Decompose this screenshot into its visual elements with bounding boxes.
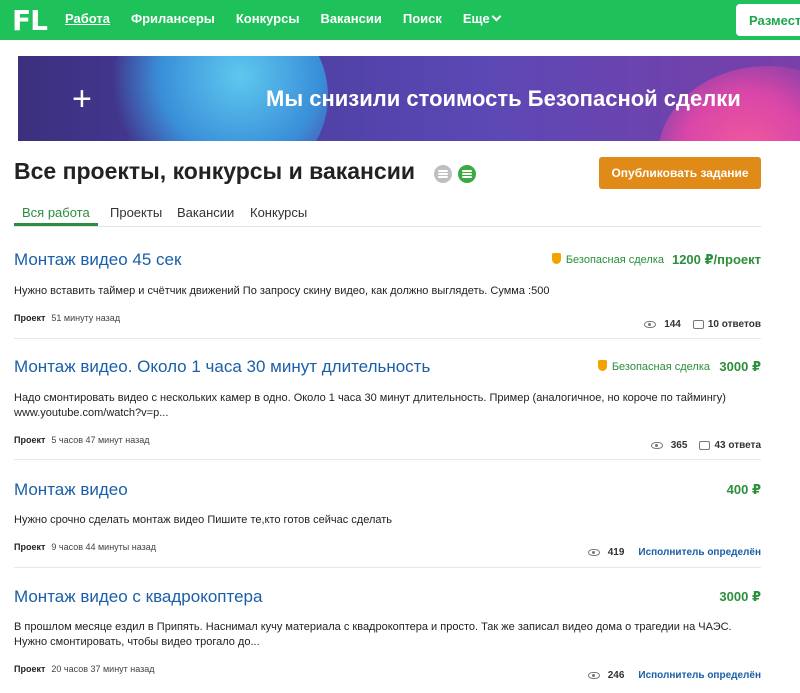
shield-icon (597, 360, 607, 371)
safe-deal-badge: Безопасная сделка (597, 360, 710, 373)
views-count: 419 (607, 547, 625, 558)
project-description: Надо смонтировать видео с нескольких кам… (14, 392, 726, 419)
project-meta: Проект 5 часов 47 минут назад (14, 435, 150, 445)
views-count: 144 (664, 319, 681, 330)
project-price: 3000 ₽ (719, 359, 761, 374)
eye-icon (650, 442, 663, 449)
project-meta: Проект 20 часов 37 минут назад (14, 664, 155, 674)
responses-count[interactable]: 43 ответа (714, 440, 761, 451)
project-type: Проект (14, 435, 46, 445)
safe-deal-label: Безопасная сделка (611, 361, 710, 373)
project-type: Проект (14, 313, 46, 323)
nav-more[interactable]: Еще (462, 11, 502, 26)
nav-search[interactable]: Поиск (403, 11, 442, 26)
tab-contests[interactable]: Конкурсы (250, 205, 307, 224)
project-price: 1200 ₽/проект (671, 252, 761, 267)
project-description: Нужно вставить таймер и счётчик движений… (14, 285, 550, 297)
project-type: Проект (14, 542, 46, 552)
shield-icon (551, 253, 561, 264)
rss-feed-icon[interactable] (458, 165, 476, 183)
publish-task-button[interactable]: Опубликовать задание (599, 157, 761, 189)
nav-freelancers[interactable]: Фрилансеры (131, 11, 215, 26)
chevron-down-icon (491, 11, 502, 22)
views-count: 246 (607, 670, 625, 681)
eye-icon (587, 672, 600, 679)
project-stats: 144 10 ответов (644, 319, 761, 330)
project-title[interactable]: Монтаж видео с квадрокоптера (14, 587, 262, 607)
promo-banner[interactable]: + Мы снизили стоимость Безопасной сделки (18, 56, 800, 141)
top-navbar: FL Работа Фрилансеры Конкурсы Вакансии П… (0, 0, 800, 40)
divider (14, 567, 761, 568)
project-time: 5 часов 47 минут назад (51, 435, 150, 445)
project-stats: 246 Исполнитель определён (587, 670, 761, 681)
tab-projects[interactable]: Проекты (110, 205, 162, 224)
project-price: 3000 ₽ (719, 589, 761, 604)
nav-contests[interactable]: Конкурсы (236, 11, 300, 26)
project-meta: Проект 51 минуту назад (14, 313, 120, 323)
project-stats: 365 43 ответа (650, 440, 761, 451)
eye-icon (644, 321, 657, 328)
project-description: Нужно срочно сделать монтаж видео Пишите… (14, 514, 393, 526)
responses-count[interactable]: 10 ответов (708, 319, 761, 330)
comment-icon (692, 320, 704, 329)
main-nav: Работа Фрилансеры Конкурсы Вакансии Поис… (65, 11, 521, 26)
project-description: В прошлом месяце ездил в Припять. Насним… (14, 621, 732, 648)
page-title: Все проекты, конкурсы и вакансии (14, 158, 416, 184)
safe-deal-badge: Безопасная сделка (551, 253, 664, 266)
executor-status[interactable]: Исполнитель определён (638, 670, 761, 681)
plus-icon: + (72, 80, 92, 118)
divider (14, 459, 761, 460)
project-title[interactable]: Монтаж видео. Около 1 часа 30 минут длит… (14, 357, 430, 377)
project-price: 400 ₽ (726, 482, 761, 497)
filter-tabs: Вся работа Проекты Вакансии Конкурсы (14, 205, 761, 227)
eye-icon (587, 549, 600, 556)
fl-logo[interactable]: FL (12, 4, 48, 37)
divider (14, 338, 761, 339)
views-count: 365 (670, 440, 688, 451)
tab-vacancies[interactable]: Вакансии (177, 205, 234, 224)
nav-vacancies[interactable]: Вакансии (320, 11, 381, 26)
safe-deal-label: Безопасная сделка (565, 254, 664, 266)
place-order-button[interactable]: Разместить (736, 4, 800, 36)
project-time: 51 минуту назад (51, 313, 121, 323)
list-view-icon[interactable] (434, 165, 452, 183)
executor-status[interactable]: Исполнитель определён (638, 547, 761, 558)
banner-text: Мы снизили стоимость Безопасной сделки (266, 86, 741, 111)
project-title[interactable]: Монтаж видео 45 сек (14, 250, 181, 270)
nav-more-label: Еще (462, 11, 490, 26)
project-time: 20 часов 37 минут назад (51, 664, 155, 674)
project-time: 9 часов 44 минуты назад (51, 542, 157, 552)
project-meta: Проект 9 часов 44 минуты назад (14, 542, 156, 552)
project-title[interactable]: Монтаж видео (14, 480, 128, 500)
comment-icon (699, 441, 711, 450)
nav-work[interactable]: Работа (65, 11, 110, 26)
project-type: Проект (14, 664, 46, 674)
tab-all-work[interactable]: Вся работа (14, 205, 98, 226)
project-stats: 419 Исполнитель определён (587, 547, 761, 558)
